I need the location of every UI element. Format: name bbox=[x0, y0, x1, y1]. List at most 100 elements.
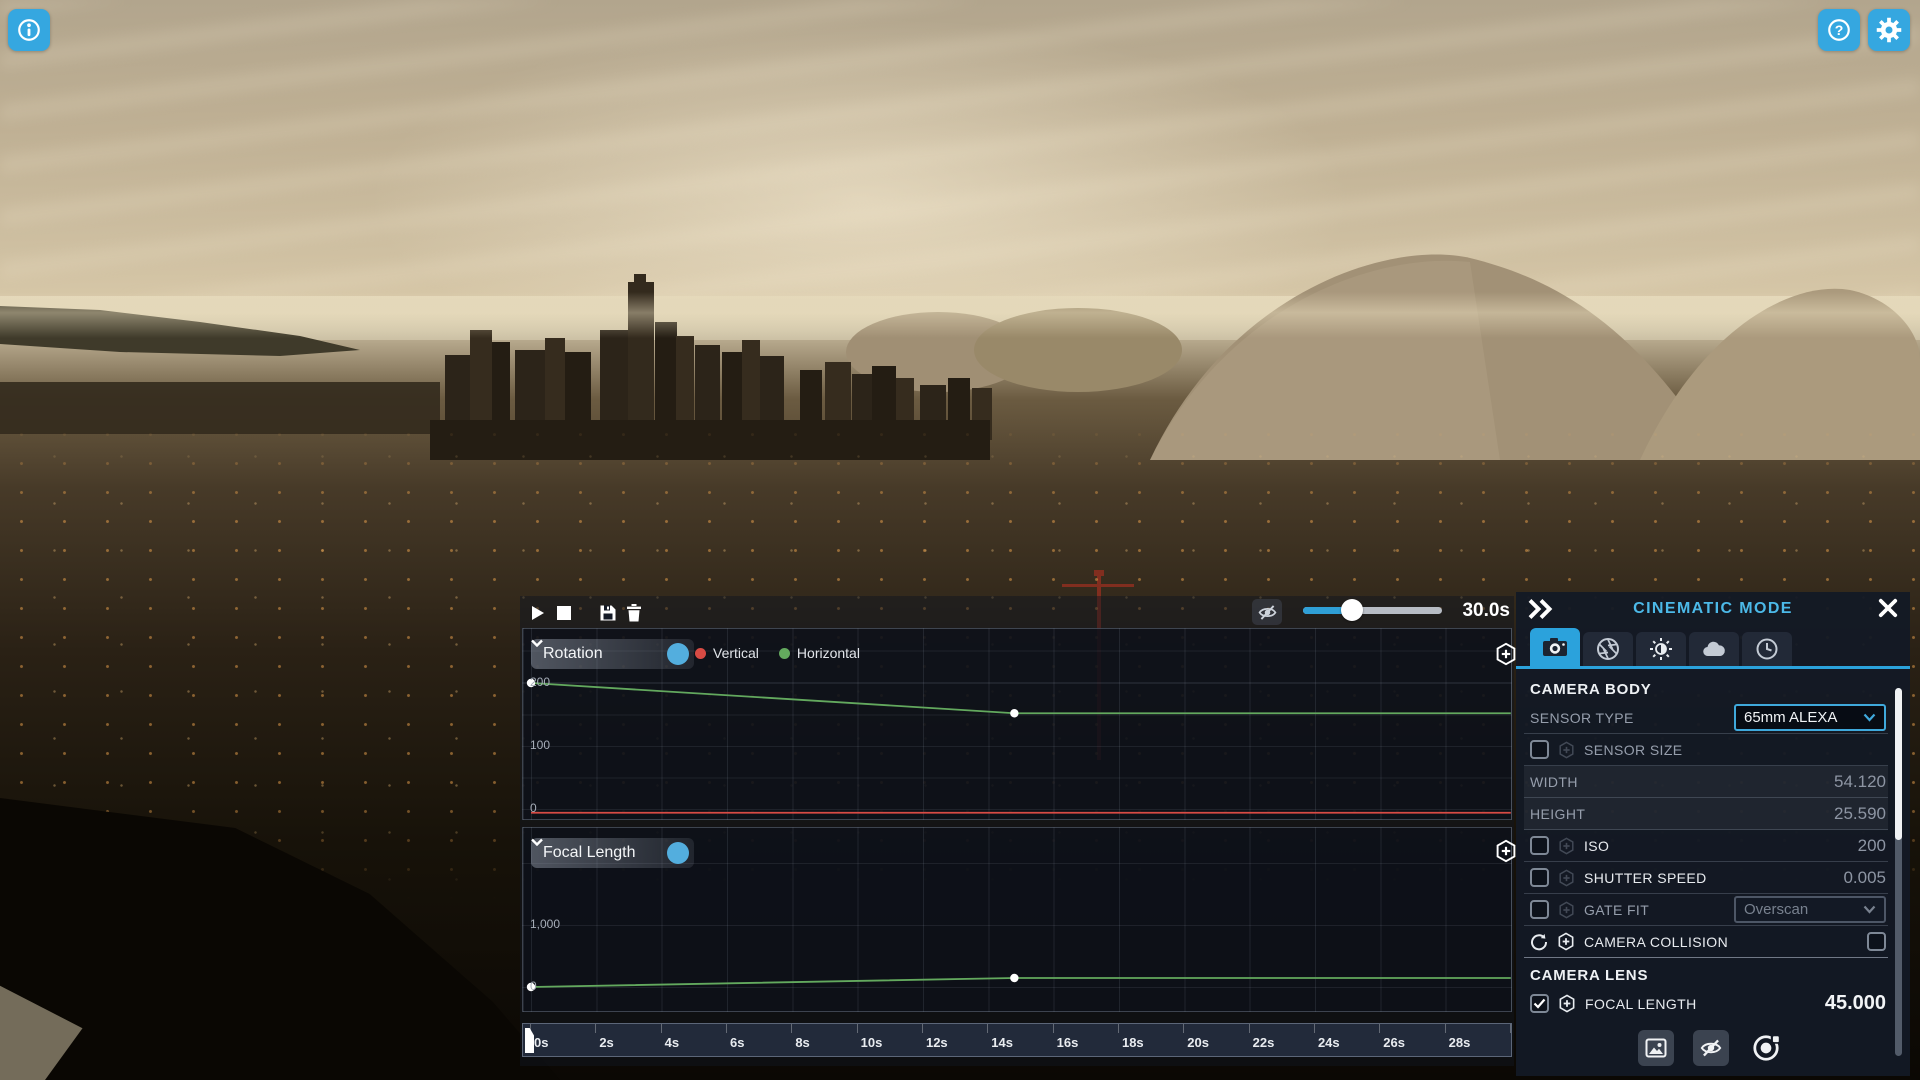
ruler-label: 10s bbox=[860, 1035, 883, 1050]
sensor-type-dropdown[interactable]: 65mm ALEXA bbox=[1734, 704, 1886, 731]
cinematic-mode-panel: CINEMATIC MODE CAMERA BODY SENSOR TYPE 6… bbox=[1516, 592, 1910, 1076]
ruler-tick bbox=[1444, 1024, 1446, 1033]
close-panel-button[interactable] bbox=[1878, 598, 1898, 623]
y-tick: 0 bbox=[530, 979, 537, 993]
add-keyframe-hexagon-icon bbox=[1496, 839, 1516, 863]
ruler-tick bbox=[1509, 1024, 1511, 1033]
add-keyframe-hexagon-icon bbox=[1496, 642, 1516, 666]
record-button[interactable] bbox=[1748, 1030, 1784, 1066]
slider-thumb[interactable] bbox=[1340, 599, 1363, 621]
delete-button[interactable] bbox=[622, 601, 646, 625]
iso-value[interactable]: 200 bbox=[1858, 836, 1886, 856]
iso-checkbox[interactable] bbox=[1530, 836, 1549, 855]
keyframe-hexagon-icon[interactable] bbox=[1558, 994, 1576, 1013]
rotation-graph[interactable]: 200 100 0 Rotation Vertical Horizontal bbox=[522, 628, 1516, 820]
curve-focal-length[interactable] bbox=[530, 977, 1511, 988]
gate-fit-dropdown[interactable]: Overscan bbox=[1734, 896, 1886, 923]
timeline-toolbar: 30.0s bbox=[520, 596, 1514, 628]
focal-length-value[interactable]: 45.000 bbox=[1825, 992, 1886, 1015]
ruler-label: 16s bbox=[1056, 1035, 1079, 1050]
panel-footer bbox=[1516, 1030, 1910, 1068]
ruler-tick bbox=[921, 1024, 923, 1033]
svg-text:?: ? bbox=[1835, 22, 1844, 38]
ruler-tick bbox=[1379, 1024, 1381, 1033]
ruler-label: 14s bbox=[991, 1035, 1013, 1050]
keyframe-hexagon-icon[interactable] bbox=[1557, 932, 1575, 951]
chevron-down-icon bbox=[1863, 713, 1876, 722]
exposure-icon bbox=[1650, 638, 1672, 660]
ruler-tick bbox=[856, 1024, 858, 1033]
tab-camera[interactable] bbox=[1530, 628, 1580, 666]
toggle-curves-visibility-button[interactable] bbox=[1252, 599, 1282, 625]
gate-fit-checkbox[interactable] bbox=[1530, 900, 1549, 919]
help-icon: ? bbox=[1828, 19, 1850, 41]
sensor-size-row: SENSOR SIZE bbox=[1524, 734, 1888, 766]
info-button[interactable] bbox=[8, 9, 50, 51]
rotation-legend: Vertical Horizontal bbox=[695, 645, 860, 661]
keyframe-hexagon-icon[interactable] bbox=[1558, 837, 1575, 855]
ruler-label: 26s bbox=[1383, 1035, 1405, 1050]
panel-title: CINEMATIC MODE bbox=[1633, 600, 1793, 617]
aperture-icon bbox=[1597, 638, 1619, 660]
tab-aperture[interactable] bbox=[1583, 632, 1633, 666]
stop-button[interactable] bbox=[552, 601, 576, 625]
info-icon bbox=[18, 19, 40, 41]
tab-time[interactable] bbox=[1742, 632, 1792, 666]
screenshot-button[interactable] bbox=[1638, 1030, 1674, 1066]
keyframe-dot[interactable] bbox=[1010, 709, 1019, 718]
ruler-label: 8s bbox=[795, 1035, 810, 1050]
settings-gear-icon bbox=[1876, 17, 1902, 43]
ruler-label: 24s bbox=[1317, 1035, 1340, 1050]
ruler-tick bbox=[1248, 1024, 1250, 1033]
y-tick: 100 bbox=[530, 738, 551, 752]
ruler-label: 28s bbox=[1448, 1035, 1471, 1050]
keyframe-hexagon-icon[interactable] bbox=[1558, 869, 1575, 887]
tab-weather[interactable] bbox=[1689, 632, 1739, 666]
camera-collision-checkbox[interactable] bbox=[1867, 932, 1886, 951]
ruler-label: 22s bbox=[1252, 1035, 1275, 1050]
focal-length-graph[interactable]: 1,000 0 Focal Length bbox=[522, 827, 1516, 1012]
settings-button[interactable] bbox=[1868, 9, 1910, 51]
legend-item: Horizontal bbox=[778, 645, 860, 661]
save-button[interactable] bbox=[596, 601, 620, 625]
shutter-speed-checkbox[interactable] bbox=[1530, 868, 1549, 887]
height-row: HEIGHT 25.590 bbox=[1524, 798, 1888, 830]
ruler-label: 2s bbox=[599, 1035, 614, 1050]
ruler-tick bbox=[660, 1024, 662, 1033]
ruler-label: 0s bbox=[534, 1035, 549, 1050]
scrollbar-thumb[interactable] bbox=[1895, 688, 1902, 840]
ruler-label: 12s bbox=[925, 1035, 948, 1050]
close-icon bbox=[1878, 598, 1898, 618]
ruler-tick bbox=[1313, 1024, 1315, 1033]
playback-speed-slider[interactable] bbox=[1303, 599, 1442, 621]
reset-icon[interactable] bbox=[1530, 933, 1548, 951]
width-value: 54.120 bbox=[1834, 771, 1886, 791]
chevron-down-icon bbox=[1863, 905, 1876, 914]
sensor-size-checkbox[interactable] bbox=[1530, 740, 1549, 759]
y-tick: 0 bbox=[530, 801, 537, 815]
focal-length-checkbox[interactable] bbox=[1530, 994, 1549, 1013]
play-button[interactable] bbox=[526, 601, 550, 625]
curve-horizontal[interactable] bbox=[530, 682, 1511, 715]
haze bbox=[0, 292, 1920, 338]
game-viewport: ? 30.0s 200 100 0 Rotation Vertical Hori… bbox=[0, 0, 1920, 1080]
timeline-ruler[interactable]: 0s 2s 4s 6s 8s 10s 12s 14s 16s 18s 20s 22s 24s 26s 28s… bbox=[522, 1023, 1512, 1057]
eye-off-icon bbox=[1258, 604, 1276, 620]
keyframe-dot[interactable] bbox=[1010, 973, 1019, 983]
tab-exposure[interactable] bbox=[1636, 632, 1686, 666]
ruler-label: 4s bbox=[664, 1035, 680, 1050]
camera-icon bbox=[1543, 638, 1567, 656]
focal-length-curve-dropdown[interactable]: Focal Length bbox=[531, 838, 694, 868]
hide-ui-button[interactable] bbox=[1693, 1030, 1729, 1066]
play-icon bbox=[532, 606, 544, 620]
keyframe-hexagon-icon[interactable] bbox=[1558, 741, 1575, 759]
y-tick: 1,000 bbox=[530, 917, 561, 931]
focal-length-row: FOCAL LENGTH 45.000 bbox=[1524, 988, 1888, 1019]
shutter-speed-row: SHUTTER SPEED 0.005 bbox=[1524, 862, 1888, 894]
help-button[interactable]: ? bbox=[1818, 9, 1860, 51]
legend-dot-vertical bbox=[695, 647, 706, 659]
sensor-type-row: SENSOR TYPE 65mm ALEXA bbox=[1524, 702, 1888, 734]
shutter-speed-value[interactable]: 0.005 bbox=[1843, 868, 1886, 888]
keyframe-hexagon-icon[interactable] bbox=[1558, 901, 1575, 919]
rotation-curve-dropdown[interactable]: Rotation bbox=[531, 639, 694, 669]
